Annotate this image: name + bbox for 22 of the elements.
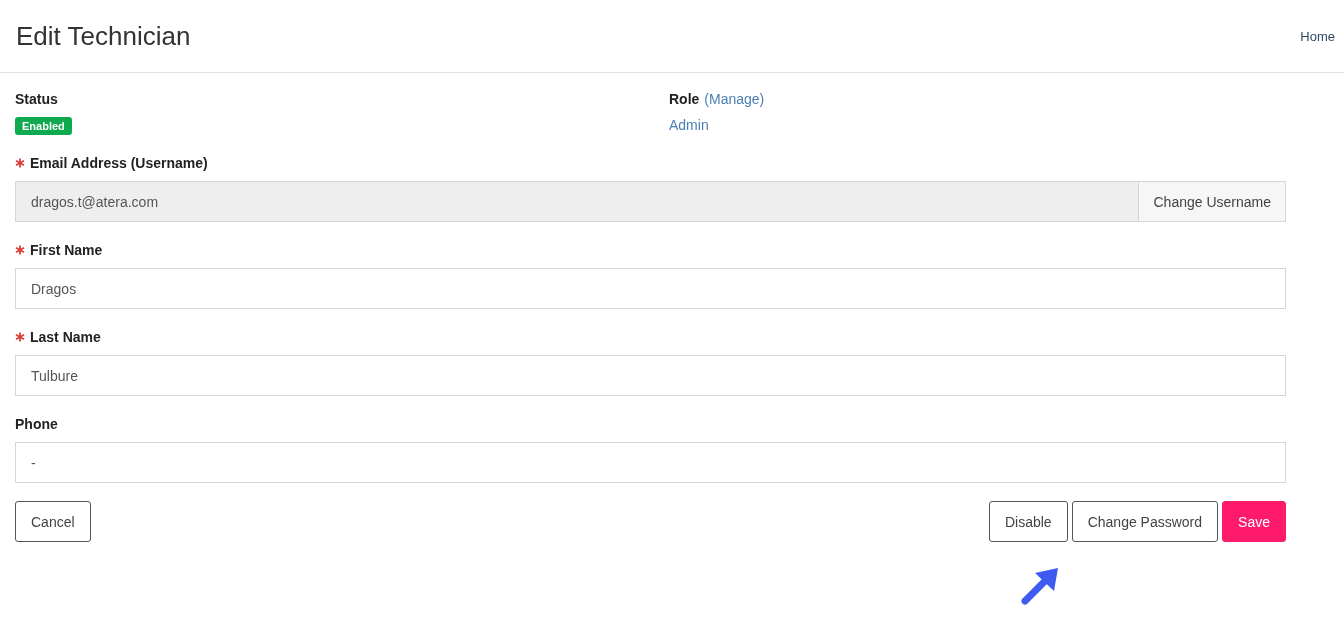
required-asterisk-icon bbox=[15, 332, 25, 342]
field-label: Last Name bbox=[30, 329, 101, 345]
required-asterisk-icon bbox=[15, 158, 25, 168]
role-link[interactable]: Admin bbox=[669, 117, 1286, 133]
field-label: First Name bbox=[30, 242, 103, 258]
save-button[interactable]: Save bbox=[1222, 501, 1286, 542]
breadcrumb-link[interactable]: Home bbox=[1300, 28, 1335, 44]
status-badge: Enabled bbox=[15, 117, 72, 135]
field-label: Role bbox=[669, 91, 700, 107]
field-label: Status bbox=[15, 91, 59, 107]
pointer-arrow-drawing bbox=[1020, 565, 1060, 607]
input-field[interactable]: - bbox=[15, 442, 1286, 483]
input-field[interactable]: Dragos bbox=[15, 268, 1286, 309]
action-button[interactable]: Disable bbox=[988, 501, 1068, 542]
field-label: Phone bbox=[15, 416, 58, 432]
action-button[interactable]: Change Password bbox=[1071, 501, 1219, 542]
manage-link[interactable]: (Manage) bbox=[704, 91, 765, 107]
required-asterisk-icon bbox=[15, 245, 25, 255]
action-button[interactable]: Cancel bbox=[15, 501, 91, 542]
field-label: Email Address (Username) bbox=[30, 155, 208, 171]
input-field[interactable]: Tulbure bbox=[15, 355, 1286, 396]
page-title: Edit Technician bbox=[16, 20, 191, 52]
